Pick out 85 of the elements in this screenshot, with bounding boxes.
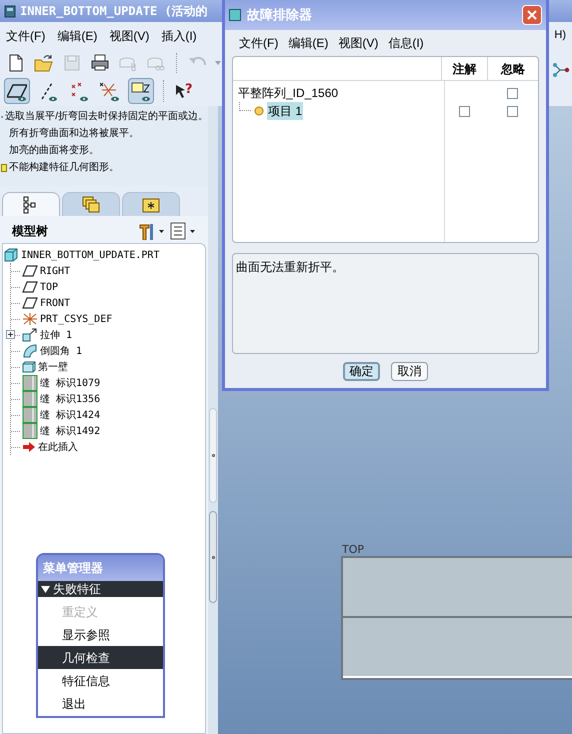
app-icon (229, 9, 241, 21)
tools-dropdown-icon[interactable] (138, 222, 164, 240)
point-display-icon (69, 80, 89, 102)
checkbox[interactable] (507, 106, 518, 116)
panel-tab[interactable] (2, 192, 60, 216)
dialog-title: 故障排除器 (247, 6, 312, 24)
message-text: 选取当展平/折弯回去时保持固定的平面或边。 (5, 110, 208, 124)
message-text: 曲面无法重新折平。 (236, 260, 344, 274)
tree-item[interactable]: 缝 标识1492 (40, 424, 100, 438)
menu-item[interactable]: 文件(F) (239, 34, 278, 52)
checkbox[interactable] (458, 106, 470, 116)
round-icon (22, 344, 38, 358)
tree-item[interactable]: 缝 标识1356 (40, 392, 100, 406)
menu-option[interactable]: 显示参照 (38, 623, 163, 646)
stacked-folders-icon (82, 196, 100, 214)
close-icon (527, 10, 537, 20)
tree-item[interactable]: FRONT (40, 296, 70, 310)
sash-handle[interactable] (209, 408, 217, 503)
tree-item[interactable]: 拉伸 1 (40, 328, 72, 342)
menu-item[interactable]: 文件(F) (0, 26, 52, 44)
menu-section-header[interactable]: 失败特征 (38, 581, 163, 597)
menu-item[interactable]: 视图(V) (338, 34, 378, 52)
message-text: 所有折弯曲面和边将被展平。 (9, 126, 139, 141)
sash-handle[interactable] (209, 511, 217, 603)
datum-plane-icon (22, 265, 38, 277)
help-button[interactable]: ? (175, 83, 193, 99)
datum-plane-icon (22, 281, 38, 293)
tree-item[interactable]: 缝 标识1079 (40, 376, 100, 390)
toggle-button[interactable] (128, 78, 154, 104)
print-icon[interactable] (90, 52, 110, 72)
tree-item[interactable]: 缝 标识1424 (40, 408, 100, 422)
part-model[interactable] (341, 556, 572, 680)
close-button[interactable] (522, 5, 542, 25)
seam-icon (22, 391, 38, 407)
tree-item[interactable]: 项目 1 (267, 102, 304, 120)
app-icon (4, 4, 16, 18)
expand-icon[interactable] (6, 330, 15, 339)
menu-option[interactable]: 特征信息 (38, 669, 163, 692)
extrude-icon (22, 328, 38, 342)
seam-icon (22, 423, 38, 439)
column-header[interactable]: 注解 (441, 57, 487, 80)
datum-label: TOP (342, 542, 364, 558)
menu-item[interactable]: 编辑(E) (288, 34, 328, 52)
part-icon (4, 248, 18, 262)
tree-item[interactable]: RIGHT (40, 264, 70, 278)
status-dot-icon (254, 106, 264, 116)
seam-icon (22, 407, 38, 423)
message-text: 加亮的曲面将变形。 (9, 144, 99, 158)
window-title: INNER_BOTTOM_UPDATE (活动的 (20, 3, 208, 20)
wall-icon (22, 361, 36, 373)
menu-option[interactable]: 退出 (38, 692, 163, 715)
menu-title: 菜单管理器 (38, 555, 163, 581)
message-text: 不能构建特征几何图形。 (9, 160, 119, 175)
menu-item[interactable]: H) (554, 27, 566, 44)
tree-item[interactable]: 平整阵列_ID_1560 (237, 84, 340, 102)
panel-title: 模型树 (12, 223, 48, 240)
tree-item[interactable]: TOP (40, 280, 58, 294)
column-header[interactable]: 忽略 (487, 57, 538, 80)
note-display-icon (131, 80, 151, 102)
tree-item[interactable]: PRT_CSYS_DEF (40, 312, 112, 326)
node-graph-icon[interactable] (552, 62, 570, 78)
tree-item[interactable]: 第一壁 (38, 360, 68, 374)
menu-item[interactable]: 视图(V) (103, 26, 156, 44)
coordinate-system-icon (22, 312, 38, 326)
dialog-button[interactable]: 确定 (343, 362, 380, 380)
menu-option[interactable]: 几何检查 (38, 646, 163, 669)
star-folder-icon (142, 196, 160, 214)
datum-plane-icon (22, 297, 38, 309)
seam-icon (22, 375, 38, 391)
dialog-button[interactable]: 取消 (391, 362, 428, 380)
open-folder-icon[interactable] (34, 52, 54, 72)
toggle-button[interactable] (4, 78, 30, 104)
tree-item[interactable]: 倒圆角 1 (40, 344, 82, 358)
menu-item[interactable]: 信息(I) (388, 34, 424, 52)
csys-display-icon (100, 80, 120, 102)
insert-arrow-icon (22, 441, 36, 453)
tree-item[interactable]: INNER_BOTTOM_UPDATE.PRT (21, 248, 160, 262)
menu-item[interactable]: 编辑(E) (51, 26, 104, 44)
tree-item[interactable]: 在此插入 (38, 440, 78, 454)
menu-item[interactable]: 插入(I) (155, 26, 203, 44)
settings-dropdown-icon[interactable] (170, 222, 196, 240)
section-label: 失败特征 (53, 581, 101, 598)
pointer-icon (175, 83, 186, 99)
checkbox[interactable] (507, 88, 518, 98)
warning-icon (1, 164, 7, 172)
